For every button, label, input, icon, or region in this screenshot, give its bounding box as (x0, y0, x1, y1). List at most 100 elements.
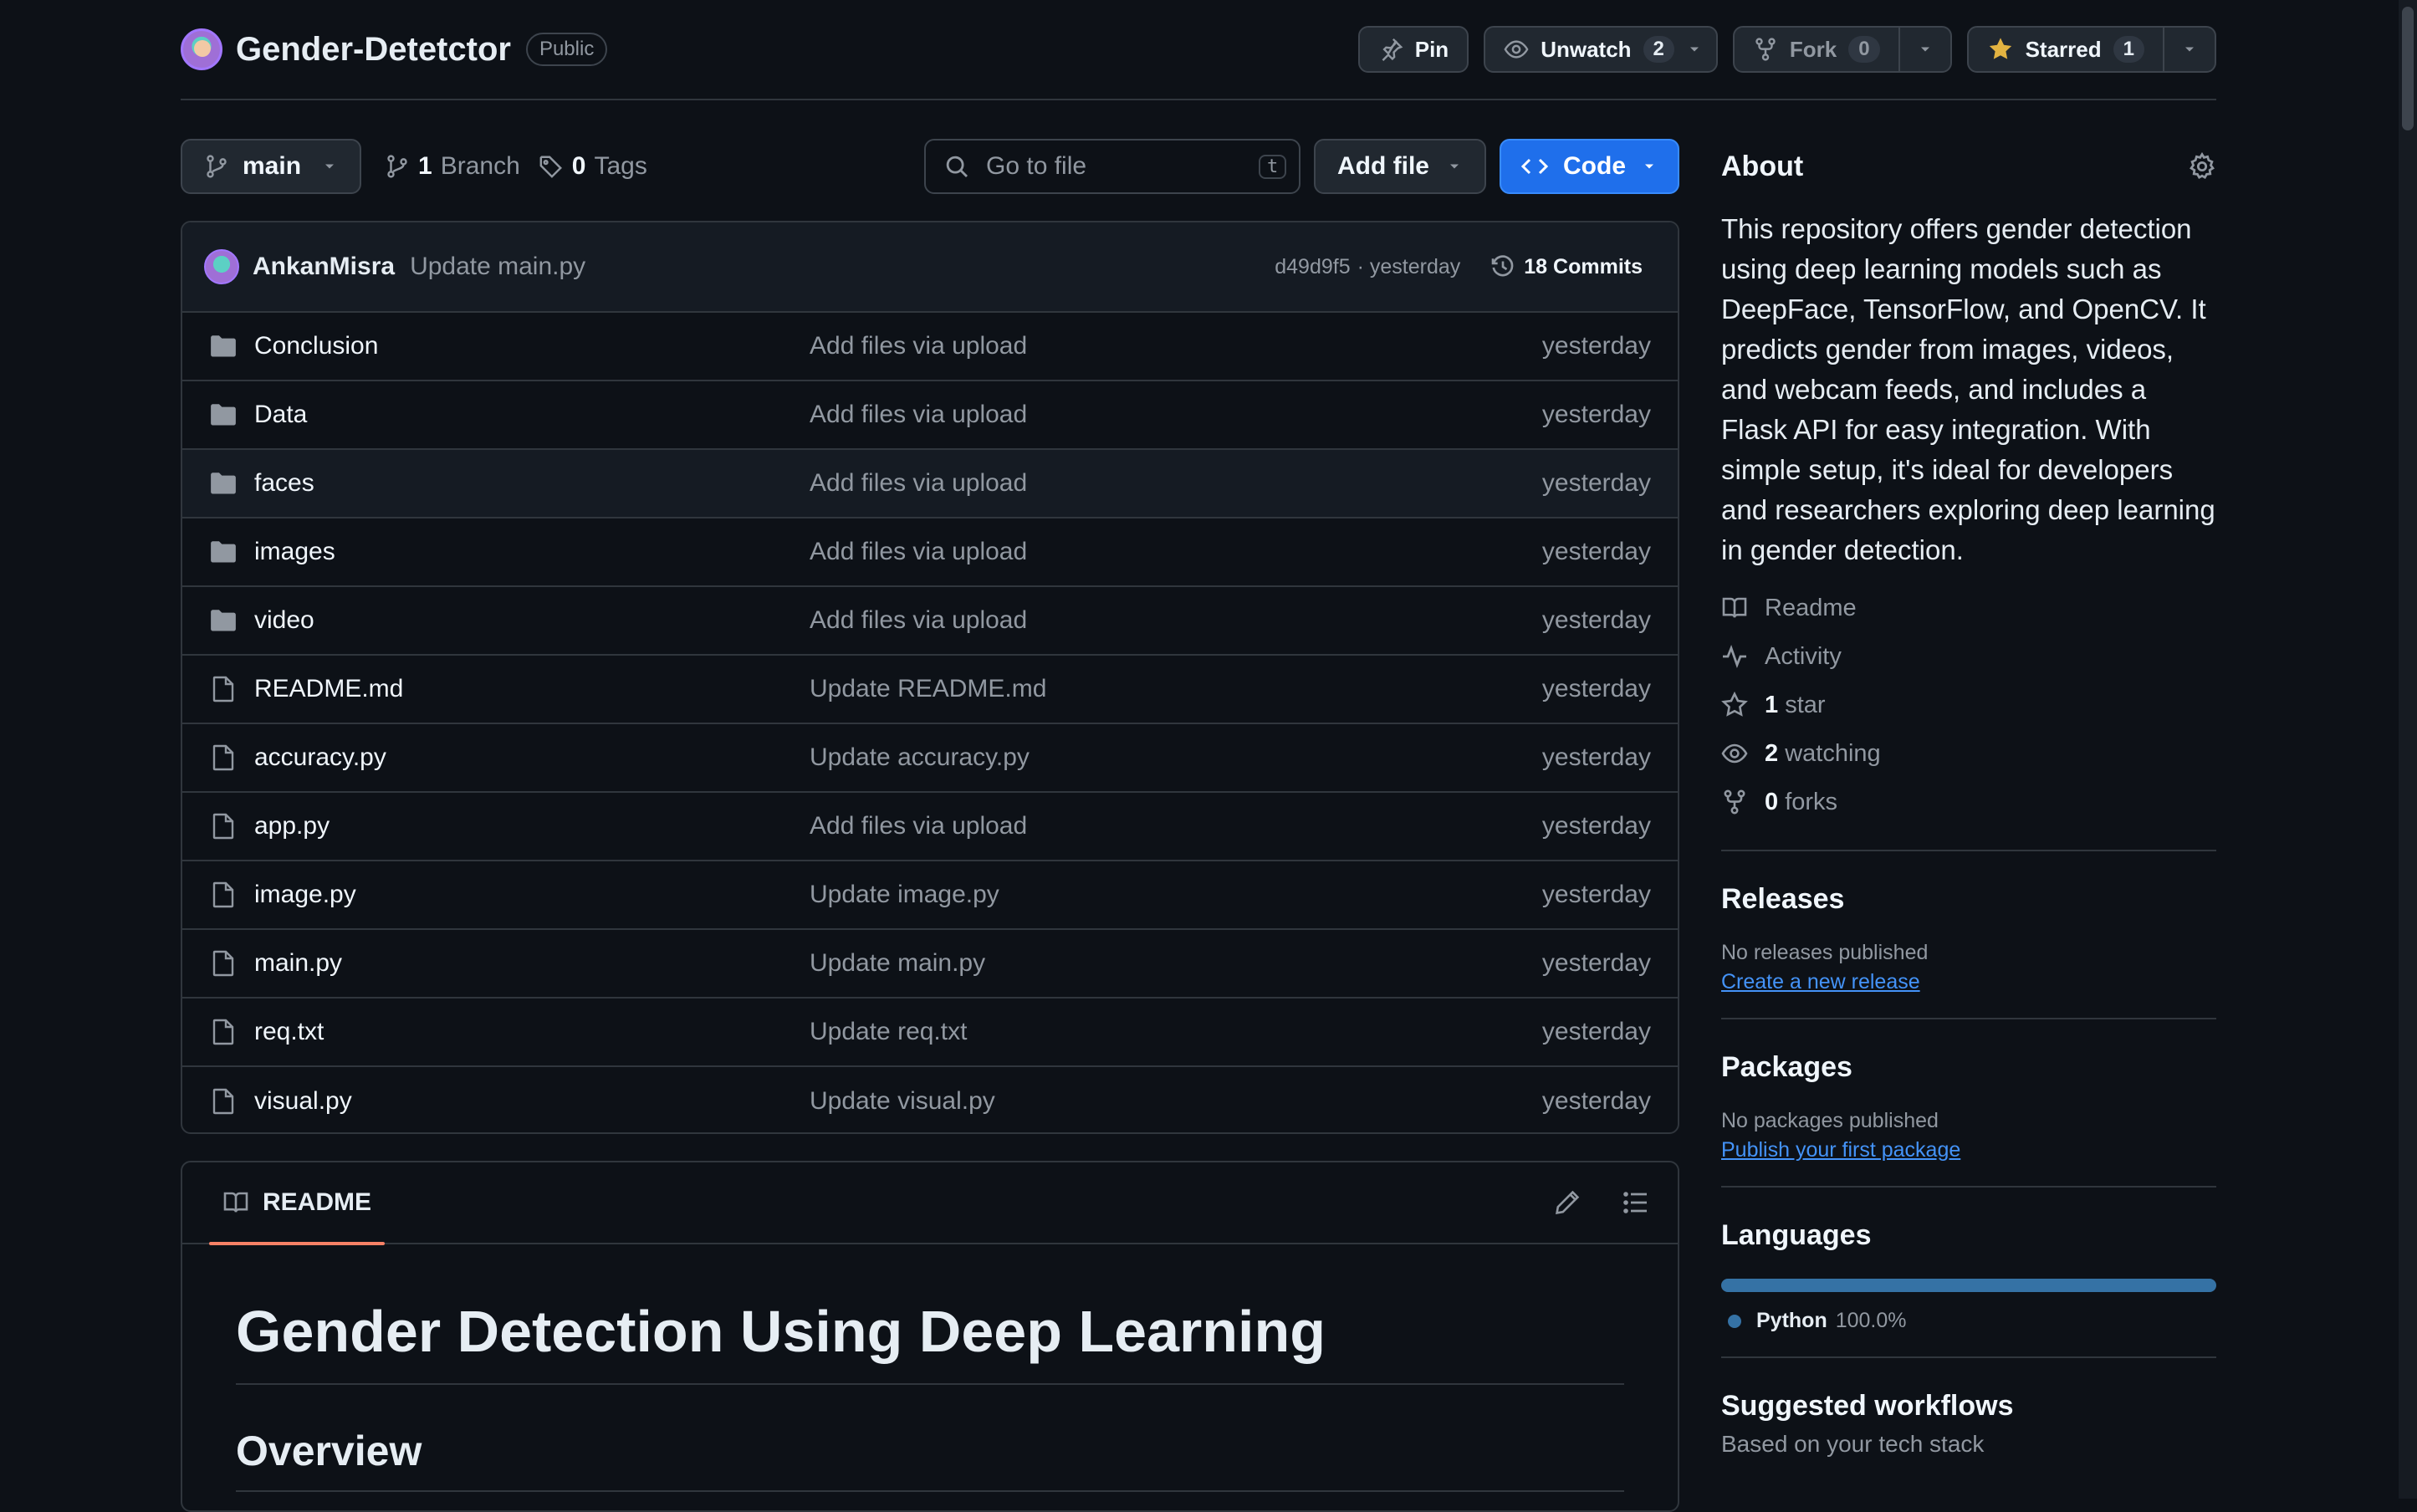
file-name-link[interactable]: Conclusion (254, 332, 810, 360)
file-name-link[interactable]: Data (254, 401, 810, 429)
file-row[interactable]: images Add files via upload yesterday (182, 518, 1678, 587)
publish-package-link[interactable]: Publish your first package (1721, 1138, 2216, 1162)
file-row[interactable]: accuracy.py Update accuracy.py yesterday (182, 724, 1678, 793)
file-name-link[interactable]: visual.py (254, 1087, 810, 1116)
file-commit-time: yesterday (1541, 538, 1651, 565)
about-links: Readme Activity 1 star 2 watching 0 fork… (1721, 584, 2216, 826)
file-row[interactable]: faces Add files via upload yesterday (182, 450, 1678, 518)
file-row[interactable]: README.md Update README.md yesterday (182, 656, 1678, 724)
file-name-link[interactable]: video (254, 606, 810, 635)
page-scrollbar[interactable] (2399, 0, 2417, 1499)
pin-button[interactable]: Pin (1357, 26, 1469, 73)
file-commit-message-link[interactable]: Add files via upload (810, 332, 1542, 360)
file-row[interactable]: video Add files via upload yesterday (182, 587, 1678, 656)
file-name-link[interactable]: app.py (254, 812, 810, 840)
go-to-file-input[interactable] (984, 151, 1244, 181)
file-commit-message-link[interactable]: Update visual.py (810, 1087, 1542, 1116)
file-commit-message-link[interactable]: Update image.py (810, 881, 1542, 909)
commit-author-link[interactable]: AnkanMisra (253, 253, 395, 281)
header-actions: Pin Unwatch 2 Fork 0 Starred 1 (1357, 26, 2216, 73)
pulse-icon (1721, 643, 1748, 670)
stars-link[interactable]: 1 star (1721, 681, 2216, 729)
language-name: Python (1756, 1309, 1827, 1332)
file-commit-message-link[interactable]: Add files via upload (810, 812, 1542, 840)
readme-tab[interactable]: README (209, 1162, 386, 1245)
file-icon (209, 676, 238, 702)
git-branch-icon (385, 154, 410, 179)
fork-dropdown[interactable] (1898, 28, 1950, 71)
readme-tools (1554, 1189, 1649, 1216)
scrollbar-thumb[interactable] (2402, 7, 2414, 130)
file-commit-message-link[interactable]: Add files via upload (810, 401, 1542, 429)
go-to-file-search[interactable]: t (924, 139, 1300, 194)
fork-icon (1721, 789, 1748, 815)
file-commit-message-link[interactable]: Add files via upload (810, 538, 1542, 566)
file-row[interactable]: main.py Update main.py yesterday (182, 930, 1678, 999)
file-icon (209, 950, 238, 977)
folder-icon (209, 608, 238, 633)
file-name-link[interactable]: main.py (254, 949, 810, 978)
stars-count: 1 (1765, 691, 1779, 718)
file-row[interactable]: visual.py Update visual.py yesterday (182, 1067, 1678, 1132)
file-name-link[interactable]: README.md (254, 675, 810, 703)
about-header: About (1721, 139, 2216, 194)
tags-link[interactable]: 0 Tags (539, 152, 647, 181)
owner-avatar[interactable] (181, 28, 222, 70)
search-icon (944, 154, 969, 179)
language-item-python[interactable]: Python 100.0% (1721, 1309, 2216, 1333)
readme-link[interactable]: Readme (1721, 584, 2216, 632)
file-row[interactable]: app.py Add files via upload yesterday (182, 793, 1678, 861)
commit-message-link[interactable]: Update main.py (410, 253, 585, 281)
branches-link[interactable]: 1 Branch (385, 152, 520, 181)
releases-heading-link[interactable]: Releases (1721, 883, 2216, 916)
fork-icon (1753, 37, 1778, 62)
fork-button[interactable]: Fork 0 (1732, 26, 1952, 73)
file-commit-message-link[interactable]: Add files via upload (810, 606, 1542, 635)
file-name-link[interactable]: faces (254, 469, 810, 498)
commit-author-avatar[interactable] (204, 249, 239, 284)
starred-button[interactable]: Starred 1 (1966, 26, 2216, 73)
visibility-badge: Public (525, 33, 608, 66)
repo-sidebar: About This repository offers gender dete… (1721, 139, 2216, 1458)
releases-empty-text: No releases published (1721, 941, 1929, 964)
commits-history-link[interactable]: 18 Commits (1490, 254, 1643, 279)
watchers-link[interactable]: 2 watching (1721, 729, 2216, 778)
activity-link[interactable]: Activity (1721, 632, 2216, 681)
file-row[interactable]: Conclusion Add files via upload yesterday (182, 313, 1678, 381)
add-file-label: Add file (1337, 152, 1429, 180)
history-icon (1490, 254, 1515, 279)
file-commit-time: yesterday (1541, 949, 1651, 977)
file-commit-time: yesterday (1541, 606, 1651, 634)
code-button[interactable]: Code (1500, 139, 1679, 194)
forks-link[interactable]: 0 forks (1721, 778, 2216, 826)
fork-counter: 0 (1848, 36, 1880, 63)
file-commit-message-link[interactable]: Update accuracy.py (810, 743, 1542, 772)
star-dropdown[interactable] (2163, 28, 2215, 71)
language-color-dot (1728, 1314, 1741, 1328)
file-row[interactable]: image.py Update image.py yesterday (182, 861, 1678, 930)
file-commit-message-link[interactable]: Update req.txt (810, 1018, 1542, 1046)
add-file-button[interactable]: Add file (1314, 139, 1486, 194)
list-outline-icon[interactable] (1622, 1189, 1649, 1216)
unwatch-button[interactable]: Unwatch 2 (1484, 26, 1718, 73)
file-commit-message-link[interactable]: Update main.py (810, 949, 1542, 978)
file-row[interactable]: Data Add files via upload yesterday (182, 381, 1678, 450)
branch-selector[interactable]: main (181, 139, 362, 194)
branch-count: 1 (418, 152, 432, 180)
file-row[interactable]: req.txt Update req.txt yesterday (182, 999, 1678, 1067)
file-commit-message-link[interactable]: Update README.md (810, 675, 1542, 703)
gear-icon[interactable] (2188, 152, 2216, 181)
packages-heading-link[interactable]: Packages (1721, 1051, 2216, 1084)
watching-count: 2 (1765, 739, 1779, 767)
commit-hash-link[interactable]: d49d9f5 (1275, 255, 1350, 279)
file-commit-message-link[interactable]: Add files via upload (810, 469, 1542, 498)
create-release-link[interactable]: Create a new release (1721, 970, 2216, 994)
file-name-link[interactable]: images (254, 538, 810, 566)
repo-name-link[interactable]: Gender-Detetctor (236, 31, 511, 69)
language-bar (1721, 1279, 2216, 1292)
file-name-link[interactable]: accuracy.py (254, 743, 810, 772)
watching-label: watching (1785, 739, 1881, 767)
file-name-link[interactable]: req.txt (254, 1018, 810, 1046)
pencil-icon[interactable] (1554, 1189, 1581, 1216)
file-name-link[interactable]: image.py (254, 881, 810, 909)
